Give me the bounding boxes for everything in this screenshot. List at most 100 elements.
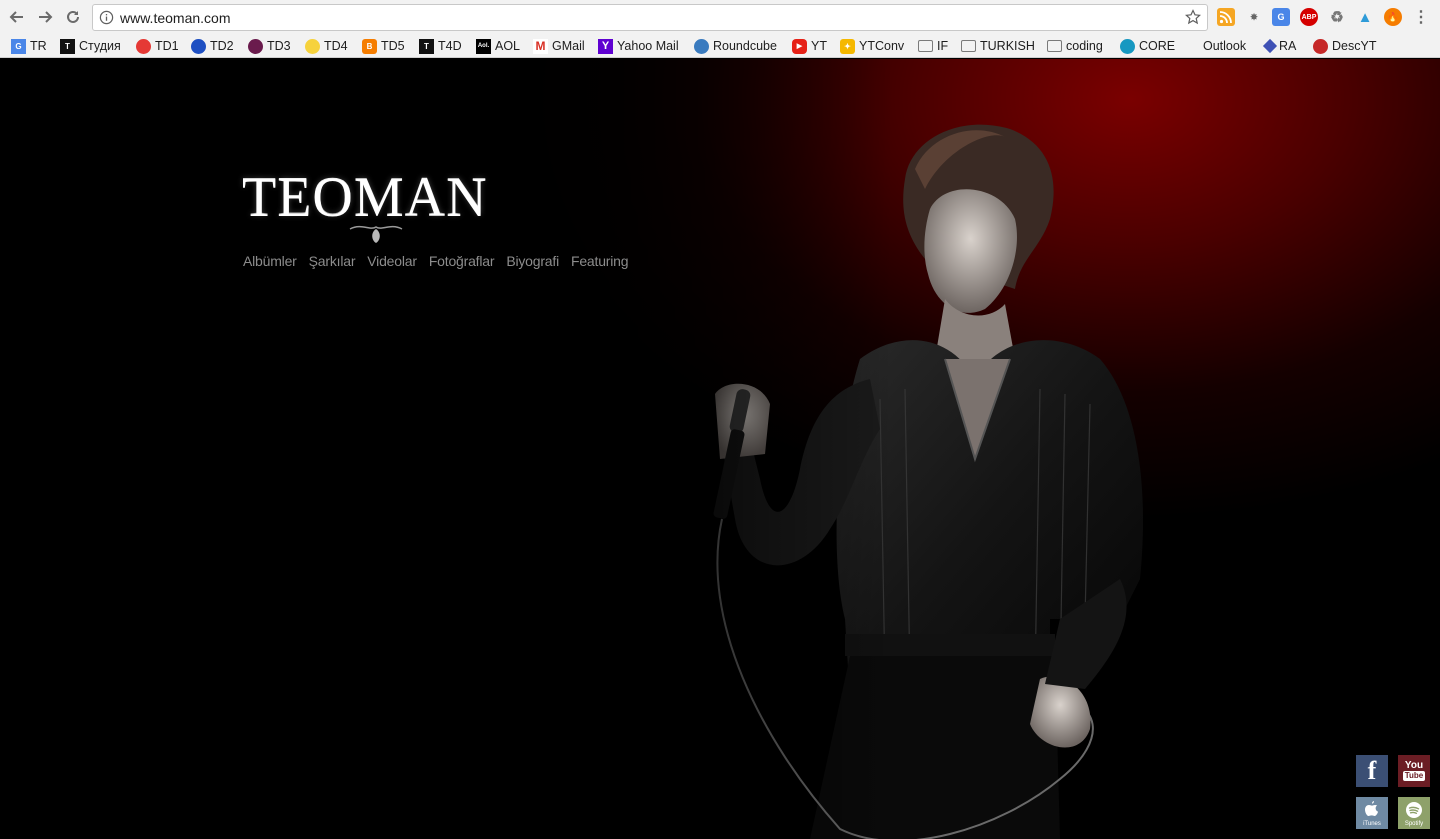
bookmark-label: TD5 bbox=[381, 39, 405, 53]
google-translate-icon: G bbox=[11, 38, 26, 54]
url-text: www.teoman.com bbox=[120, 10, 231, 26]
bookmark-core[interactable]: CORE bbox=[1120, 37, 1175, 55]
bookmark-star-icon[interactable] bbox=[1185, 9, 1201, 25]
bookmark-gmail[interactable]: M GMail bbox=[533, 37, 585, 55]
youtube-text-top: You bbox=[1404, 760, 1424, 771]
bookmark-label: TD3 bbox=[267, 39, 291, 53]
bookmark-yt[interactable]: ▶ YT bbox=[792, 37, 827, 55]
spotify-icon[interactable]: Spotify bbox=[1398, 797, 1430, 829]
bookmark-label: T4D bbox=[438, 39, 462, 53]
site-logo[interactable]: TEOMAN bbox=[242, 169, 488, 225]
back-arrow-icon bbox=[9, 11, 23, 23]
bookmark-t4d[interactable]: T T4D bbox=[419, 37, 462, 55]
purple-circle-icon bbox=[248, 38, 263, 54]
bookmark-descyt[interactable]: DescYT bbox=[1313, 37, 1376, 55]
itunes-label: iTunes bbox=[1363, 821, 1381, 827]
rss-extension-icon[interactable] bbox=[1217, 8, 1235, 26]
bookmark-yahoo[interactable]: Y Yahoo Mail bbox=[598, 37, 679, 55]
gmail-icon: M bbox=[533, 38, 548, 54]
back-button[interactable] bbox=[6, 6, 28, 28]
bookmark-label: YTConv bbox=[859, 39, 905, 53]
nav-videos[interactable]: Videolar bbox=[367, 253, 417, 269]
translate-extension-icon[interactable]: G bbox=[1272, 8, 1290, 26]
bookmark-label: TD2 bbox=[210, 39, 234, 53]
bookmarks-bar: G TR T Студия TD1 TD2 TD3 TD4 B TD5 T T4D Ao… bbox=[0, 34, 1440, 58]
bookmark-td3[interactable]: TD3 bbox=[248, 37, 291, 55]
forward-button[interactable] bbox=[34, 6, 56, 28]
main-navigation: Albümler Şarkılar Videolar Fotoğraflar B… bbox=[243, 253, 629, 269]
bookmark-turkish[interactable]: TURKISH bbox=[961, 37, 1035, 55]
bookmark-ytconv[interactable]: ✦ YTConv bbox=[840, 37, 904, 55]
browser-toolbar: www.teoman.com ✸ G ABP ♻ ▲ 🔥 ⋮ bbox=[0, 0, 1440, 34]
drive-extension-icon[interactable]: ▲ bbox=[1356, 8, 1374, 26]
bookmark-label: TD4 bbox=[324, 39, 348, 53]
bookmark-tr[interactable]: G TR bbox=[11, 37, 47, 55]
folder-icon bbox=[961, 40, 976, 52]
bookmark-td1[interactable]: TD1 bbox=[136, 37, 179, 55]
bookmark-label: DescYT bbox=[1332, 39, 1377, 53]
bookmark-td5[interactable]: B TD5 bbox=[362, 37, 405, 55]
bookmark-coding[interactable]: coding bbox=[1047, 37, 1103, 55]
spotify-logo-icon bbox=[1406, 802, 1422, 818]
bookmark-label: IF bbox=[937, 39, 949, 53]
nav-albums[interactable]: Albümler bbox=[243, 253, 297, 269]
menu-kebab-icon[interactable]: ⋮ bbox=[1412, 8, 1430, 26]
nav-songs[interactable]: Şarkılar bbox=[309, 253, 356, 269]
info-icon[interactable] bbox=[99, 10, 114, 25]
rss-icon bbox=[1219, 11, 1232, 24]
bookmark-label: Outlook bbox=[1203, 39, 1247, 53]
bookmark-ra[interactable]: RA bbox=[1262, 37, 1297, 55]
spotify-label: Spotify bbox=[1404, 821, 1424, 827]
t4d-icon: T bbox=[419, 38, 434, 54]
bookmark-td4[interactable]: TD4 bbox=[305, 37, 348, 55]
adblock-extension-icon[interactable]: ABP bbox=[1300, 8, 1318, 26]
bookmark-label: GMail bbox=[552, 39, 585, 53]
yahoo-icon: Y bbox=[598, 38, 613, 54]
fire-extension-icon[interactable]: 🔥 bbox=[1384, 8, 1402, 26]
ra-icon bbox=[1262, 38, 1278, 54]
forward-arrow-icon bbox=[39, 11, 53, 23]
facebook-letter: f bbox=[1367, 756, 1377, 785]
bookmark-aol[interactable]: Aol. AOL bbox=[476, 37, 520, 55]
facebook-icon[interactable]: f bbox=[1356, 755, 1388, 787]
bookmark-outlook[interactable]: Outlook bbox=[1185, 37, 1246, 55]
bookmark-label: Студия bbox=[79, 39, 121, 53]
red-circle-icon bbox=[136, 38, 151, 54]
youtube-icon[interactable]: You Tube bbox=[1398, 755, 1430, 787]
ytconv-icon: ✦ bbox=[840, 38, 855, 54]
recycle-extension-icon[interactable]: ♻ bbox=[1328, 8, 1346, 26]
bookmark-label: coding bbox=[1066, 39, 1103, 53]
yellow-circle-icon bbox=[305, 38, 320, 54]
nav-photos[interactable]: Fotoğraflar bbox=[429, 253, 495, 269]
nav-biography[interactable]: Biyografi bbox=[506, 253, 559, 269]
nav-featuring[interactable]: Featuring bbox=[571, 253, 629, 269]
blue-circle-icon bbox=[191, 38, 206, 54]
roundcube-icon bbox=[694, 38, 709, 54]
tomato-icon bbox=[1313, 38, 1328, 54]
hero-singer-image bbox=[0, 59, 1440, 839]
salesforce-icon bbox=[1120, 38, 1135, 54]
t4d-icon: T bbox=[60, 38, 75, 54]
bookmark-label: Roundcube bbox=[713, 39, 777, 53]
address-bar[interactable]: www.teoman.com bbox=[92, 4, 1208, 31]
spider-extension-icon[interactable]: ✸ bbox=[1245, 8, 1263, 26]
youtube-text-bottom: Tube bbox=[1402, 771, 1426, 781]
bookmark-label: CORE bbox=[1139, 39, 1176, 53]
bookmark-td2[interactable]: TD2 bbox=[191, 37, 234, 55]
bookmark-label: TD1 bbox=[155, 39, 179, 53]
itunes-icon[interactable]: iTunes bbox=[1356, 797, 1388, 829]
logo-ornament-icon bbox=[349, 225, 403, 243]
bookmark-roundcube[interactable]: Roundcube bbox=[694, 37, 777, 55]
bookmark-label: TR bbox=[30, 39, 47, 53]
reload-button[interactable] bbox=[62, 6, 84, 28]
teoman-homepage: TEOMAN Albümler Şarkılar Videolar Fotoğr… bbox=[0, 59, 1440, 839]
youtube-icon: ▶ bbox=[792, 38, 807, 54]
blogger-icon: B bbox=[362, 38, 377, 54]
bookmark-label: YT bbox=[811, 39, 827, 53]
bookmark-if[interactable]: IF bbox=[918, 37, 948, 55]
bookmark-label: RA bbox=[1279, 39, 1297, 53]
aol-icon: Aol. bbox=[476, 38, 491, 54]
microsoft-icon bbox=[1185, 39, 1199, 53]
bookmark-studio[interactable]: T Студия bbox=[60, 37, 121, 55]
folder-icon bbox=[1047, 40, 1062, 52]
